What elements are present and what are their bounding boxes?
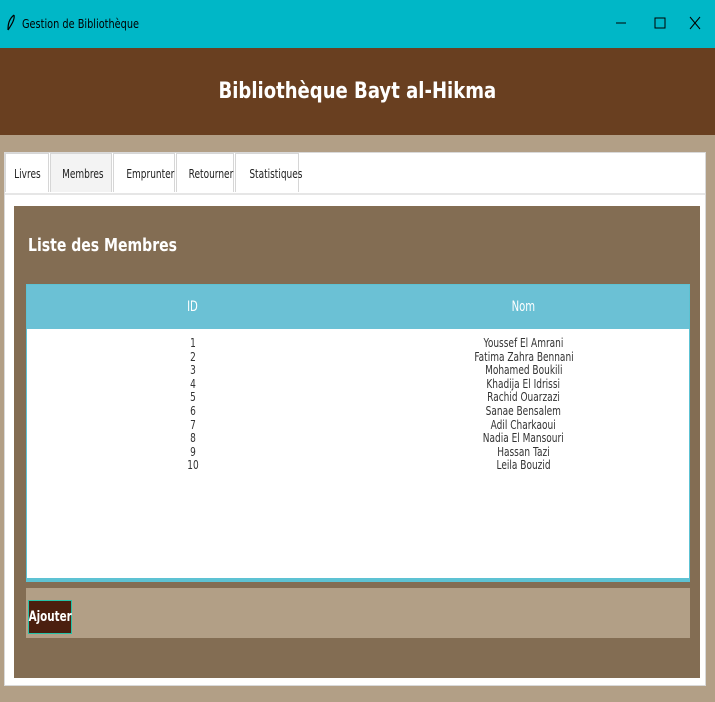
cell-nom: Hassan Tazi	[497, 443, 550, 459]
cell-nom: Khadija El Idrissi	[486, 375, 561, 391]
app-window: Gestion de Bibliothèque Bibliothèque Bay…	[0, 0, 715, 702]
members-table[interactable]: ID Nom 1 Youssef El Amrani 2 Fatima Zahra …	[26, 284, 690, 582]
cell-id: 10	[186, 457, 199, 473]
table-row[interactable]: 7 Adil Charkaoui	[27, 416, 689, 432]
table-header: ID Nom	[27, 285, 689, 329]
table-row[interactable]: 2 Fatima Zahra Bennani	[27, 348, 689, 364]
table-row[interactable]: 10 Leila Bouzid	[27, 458, 689, 472]
app-title: Bibliothèque Bayt al-Hikma	[218, 79, 497, 104]
tab-label: Livres	[14, 165, 41, 181]
tab-emprunter[interactable]: Emprunter	[113, 153, 175, 192]
tab-livres[interactable]: Livres	[5, 153, 49, 192]
cell-id: 4	[189, 375, 196, 391]
title-bar[interactable]: Gestion de Bibliothèque	[0, 0, 715, 48]
cell-id: 8	[189, 430, 196, 446]
tab-statistiques[interactable]: Statistiques	[235, 153, 303, 192]
cell-nom: Mohamed Boukili	[484, 362, 563, 378]
tab-membres[interactable]: Membres	[50, 153, 112, 192]
cell-id: 5	[189, 389, 196, 405]
table-border	[27, 578, 689, 581]
add-button-label: Ajouter	[28, 609, 72, 625]
column-header-nom[interactable]: Nom	[358, 285, 689, 329]
cell-id: 2	[189, 348, 196, 364]
feather-icon	[7, 14, 15, 31]
minimize-button[interactable]	[606, 10, 636, 36]
table-row[interactable]: 5 Rachid Ouarzazi	[27, 390, 689, 404]
cell-nom: Rachid Ouarzazi	[487, 389, 560, 405]
cell-nom: Youssef El Amrani	[483, 335, 564, 350]
tab-label: Statistiques	[249, 165, 303, 181]
window-title: Gestion de Bibliothèque	[22, 16, 140, 31]
table-row[interactable]: 4 Khadija El Idrissi	[27, 377, 689, 391]
tab-retourner[interactable]: Retourner	[176, 153, 234, 192]
actions-bar: Ajouter	[26, 588, 690, 638]
cell-id: 1	[189, 335, 196, 350]
panel-heading: Liste des Membres	[28, 235, 178, 256]
maximize-button[interactable]	[645, 10, 675, 36]
table-row[interactable]: 8 Nadia El Mansouri	[27, 431, 689, 445]
maximize-icon	[654, 17, 666, 29]
table-body: 1 Youssef El Amrani 2 Fatima Zahra Bennani…	[27, 336, 689, 472]
table-row[interactable]: 6 Sanae Bensalem	[27, 404, 689, 418]
table-row[interactable]: 1 Youssef El Amrani	[27, 336, 689, 350]
cell-id: 6	[189, 402, 196, 418]
table-row[interactable]: 9 Hassan Tazi	[27, 445, 689, 459]
cell-nom: Adil Charkaoui	[490, 416, 557, 432]
header-divider	[0, 135, 715, 152]
close-icon	[689, 16, 701, 30]
cell-id: 3	[189, 362, 196, 378]
app-header: Bibliothèque Bayt al-Hikma	[0, 48, 715, 135]
minimize-icon	[616, 22, 626, 24]
cell-nom: Fatima Zahra Bennani	[473, 348, 574, 364]
column-header-id[interactable]: ID	[27, 285, 358, 329]
tab-label: Membres	[62, 165, 104, 181]
cell-id: 9	[189, 443, 196, 459]
column-header-label: Nom	[511, 299, 536, 315]
members-panel: Liste des Membres ID Nom 1 Youssef El Amr…	[14, 206, 700, 678]
tab-label: Retourner	[188, 165, 234, 181]
cell-nom: Leila Bouzid	[496, 457, 551, 473]
tab-notebook: Livres Membres Emprunter Retourner Stati…	[4, 152, 706, 686]
tab-label: Emprunter	[126, 165, 175, 181]
add-member-button[interactable]: Ajouter	[28, 600, 72, 634]
tab-bar: Livres Membres Emprunter Retourner Stati…	[5, 153, 303, 193]
close-button[interactable]	[680, 10, 710, 36]
tab-divider	[5, 193, 705, 195]
cell-nom: Nadia El Mansouri	[483, 430, 564, 446]
column-header-label: ID	[187, 299, 198, 315]
cell-id: 7	[189, 416, 196, 432]
cell-nom: Sanae Bensalem	[485, 402, 562, 418]
table-row[interactable]: 3 Mohamed Boukili	[27, 363, 689, 377]
